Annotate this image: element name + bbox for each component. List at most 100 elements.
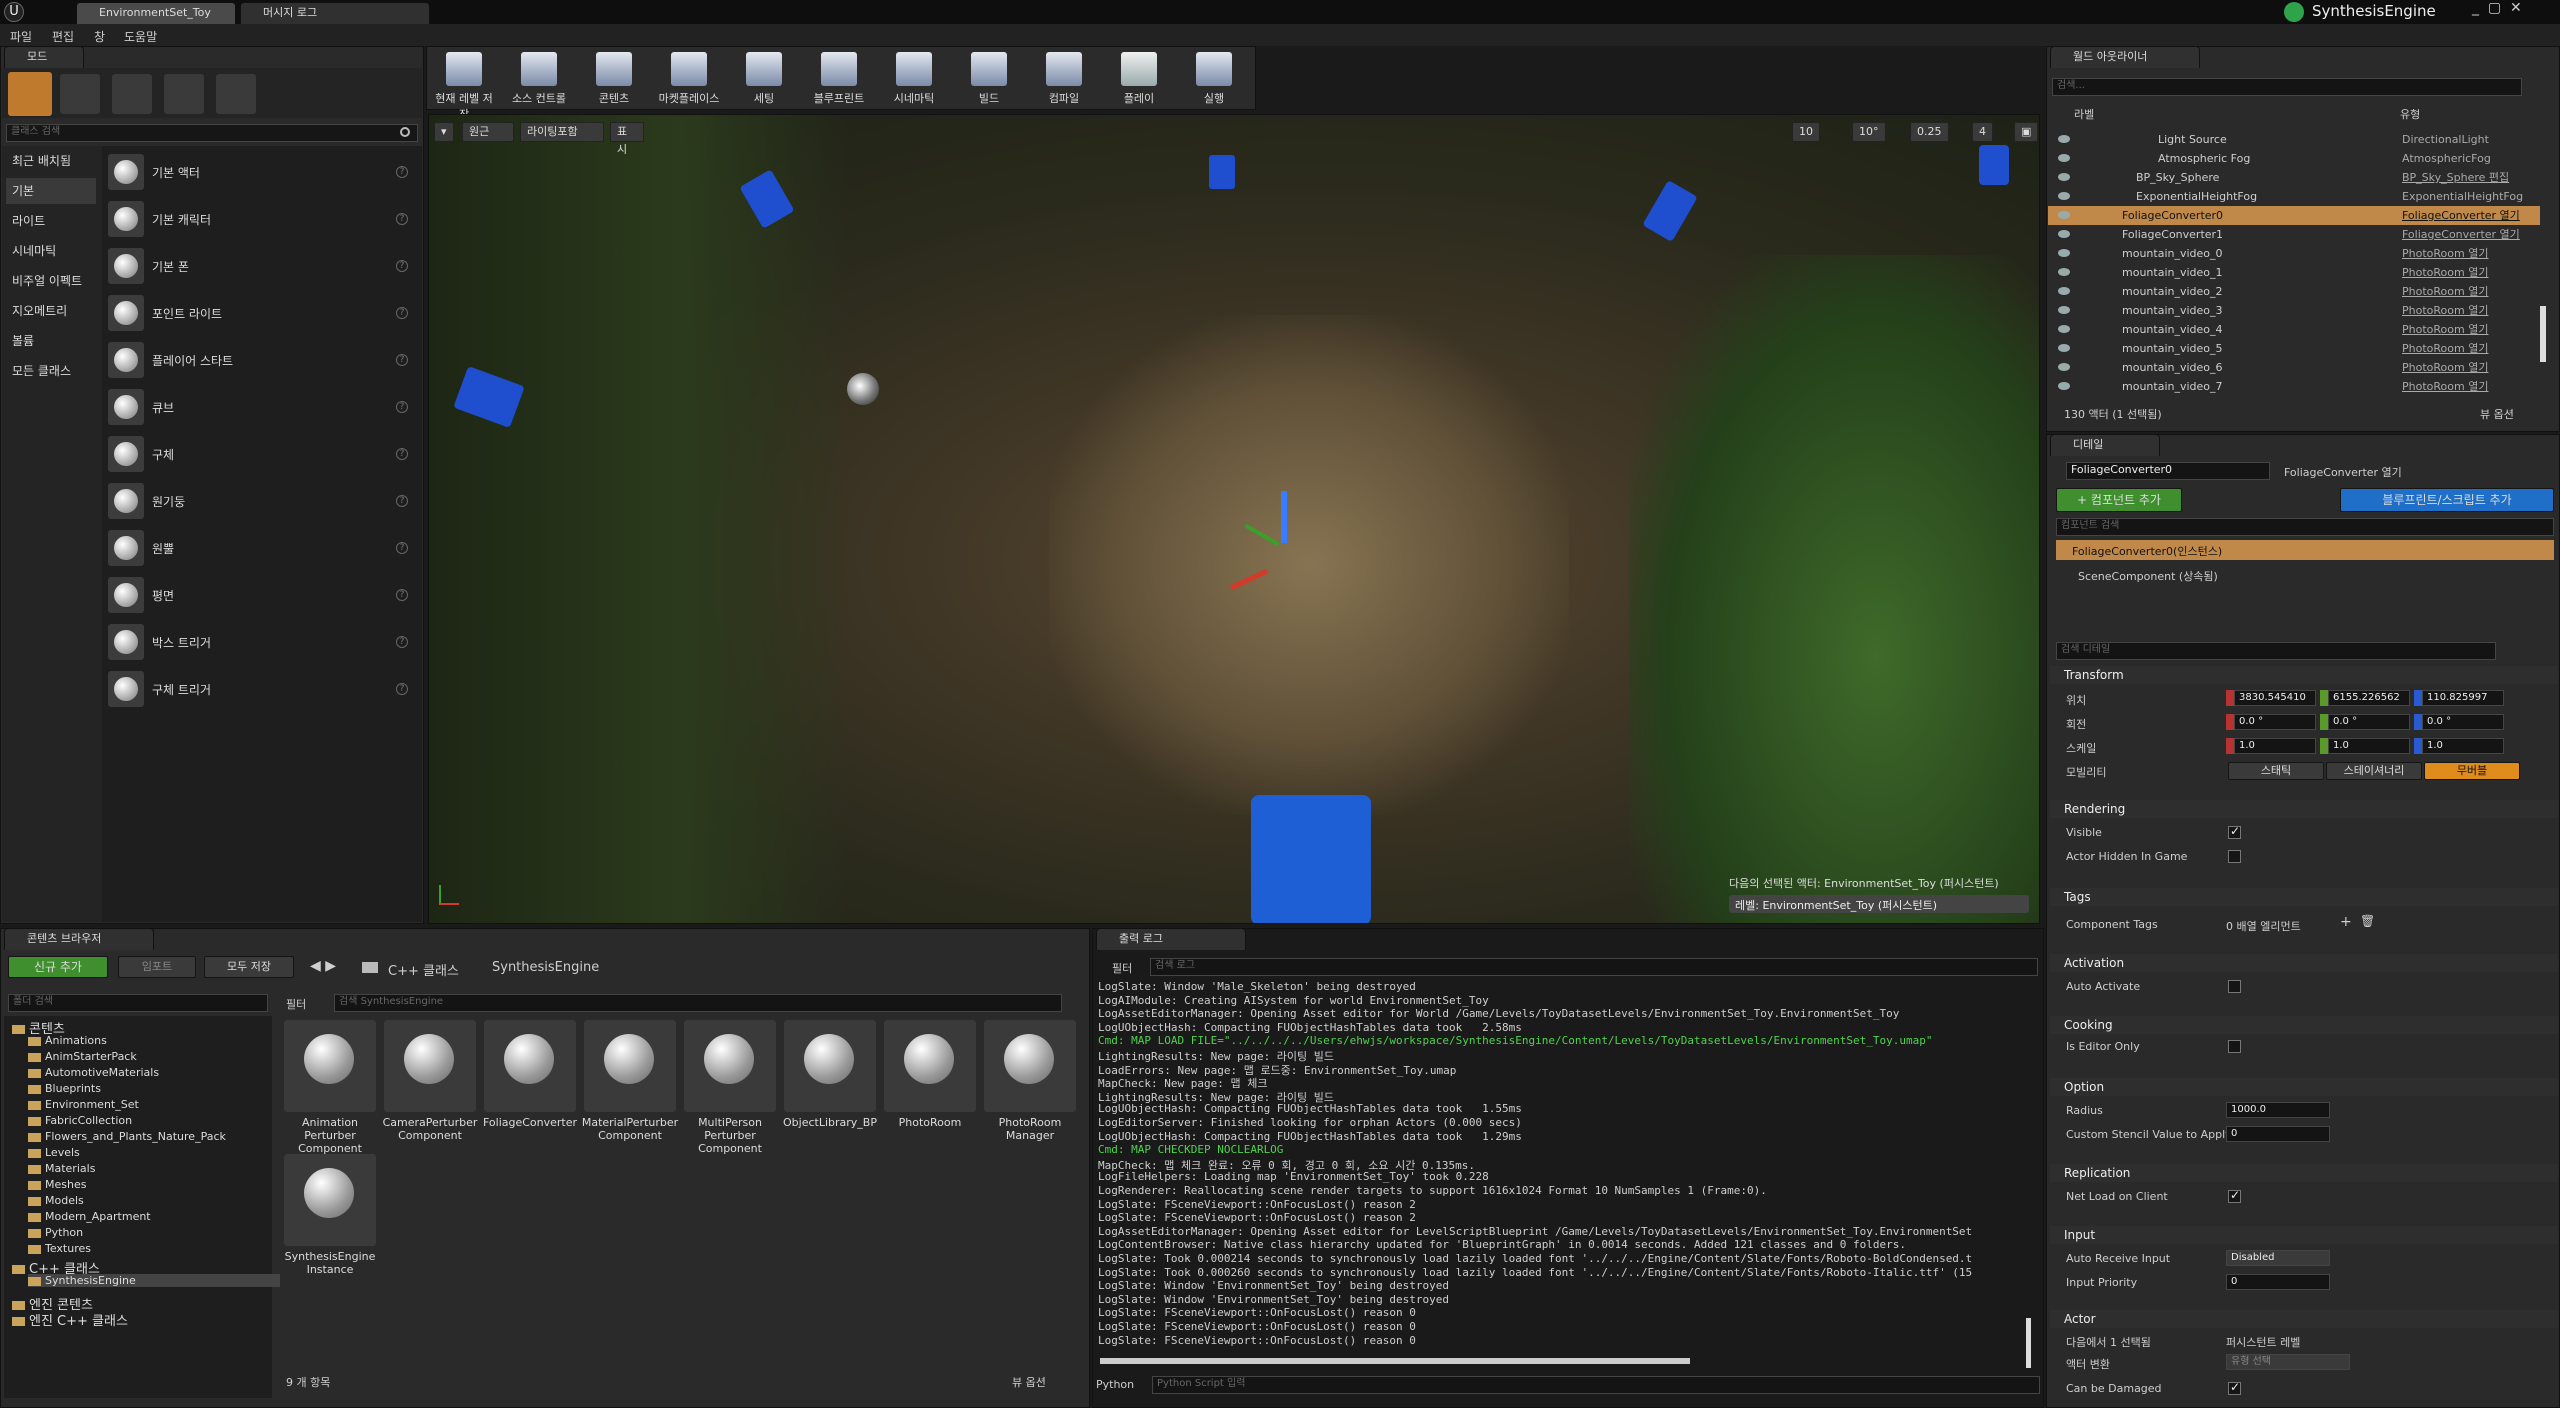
outliner-search-input[interactable]: 검색...: [2052, 78, 2522, 96]
outliner-row-type[interactable]: PhotoRoom 열기: [2402, 301, 2488, 320]
visibility-eye-icon[interactable]: [2058, 325, 2070, 333]
mobility-static[interactable]: 스태틱: [2228, 762, 2324, 780]
section-input[interactable]: Input: [2050, 1226, 2558, 1244]
transform-gizmo[interactable]: [1281, 491, 1287, 543]
visibility-eye-icon[interactable]: [2058, 306, 2070, 314]
transform-loc-field[interactable]: 110.825997: [2422, 690, 2504, 706]
mode-category[interactable]: 볼륨: [6, 328, 96, 354]
toolbar-button[interactable]: 세팅: [732, 48, 796, 108]
scene-component[interactable]: SceneComponent (상속됨): [2078, 568, 2218, 584]
content-view-options[interactable]: 뷰 옵션: [1012, 1374, 1046, 1390]
mode-category[interactable]: 최근 배치됨: [6, 148, 96, 174]
outliner-row[interactable]: Light Source DirectionalLight: [2048, 130, 2540, 149]
viewport[interactable]: 다음의 선택된 액터: EnvironmentSet_Toy (퍼시스턴트) 레…: [428, 114, 2040, 924]
log-search-input[interactable]: 검색 로그: [1150, 958, 2038, 976]
mode-item-label[interactable]: 기본 액터: [152, 164, 200, 181]
outliner-row[interactable]: mountain_video_5 PhotoRoom 열기: [2048, 339, 2540, 358]
mode-landscape-icon[interactable]: [112, 74, 152, 114]
folder-tree-item[interactable]: FabricCollection: [28, 1114, 132, 1127]
mode-item-label[interactable]: 원뿔: [152, 540, 174, 557]
convert-actor-dropdown[interactable]: 유형 선택: [2226, 1354, 2350, 1370]
mode-paint-icon[interactable]: [60, 74, 100, 114]
back-icon[interactable]: ◀ ▶: [310, 958, 336, 974]
open-blueprint-link[interactable]: FoliageConverter 열기: [2284, 464, 2402, 480]
menu-help[interactable]: 도움말: [124, 28, 157, 45]
input-priority-field[interactable]: 0: [2226, 1274, 2330, 1290]
folder-tree-item[interactable]: 엔진 C++ 클래스: [12, 1310, 128, 1329]
show-button[interactable]: 표시: [610, 122, 644, 156]
folder-tree-item[interactable]: Levels: [28, 1146, 80, 1159]
editor-only-checkbox[interactable]: [2228, 1040, 2241, 1053]
mode-category[interactable]: 비주얼 이펙트: [6, 268, 96, 294]
section-activation[interactable]: Activation: [2050, 954, 2558, 972]
auto-receive-dropdown[interactable]: Disabled: [2226, 1250, 2330, 1266]
tab-details[interactable]: 디테일: [2050, 434, 2160, 456]
actor-name-field[interactable]: FoliageConverter0: [2066, 462, 2270, 480]
outliner-row-type[interactable]: PhotoRoom 열기: [2402, 339, 2488, 358]
folder-tree-item[interactable]: Meshes: [28, 1178, 86, 1191]
folder-tree-item[interactable]: AutomotiveMaterials: [28, 1066, 159, 1079]
save-all-button[interactable]: 모두 저장: [204, 956, 294, 978]
toolbar-button[interactable]: 컴파일: [1032, 48, 1096, 108]
shape-thumbnail-icon[interactable]: [108, 530, 144, 566]
add-element-icon[interactable]: +: [2340, 914, 2352, 930]
help-icon[interactable]: ?: [396, 589, 408, 601]
window-controls[interactable]: _ ▢ ✕: [2472, 0, 2522, 16]
shape-thumbnail-icon[interactable]: [108, 671, 144, 707]
outliner-row-type[interactable]: PhotoRoom 열기: [2402, 358, 2488, 377]
tab-message-log[interactable]: 머시지 로그: [240, 2, 430, 24]
mode-item-label[interactable]: 원기둥: [152, 493, 185, 510]
mode-item-label[interactable]: 구체: [152, 446, 174, 463]
outliner-scrollbar[interactable]: [2540, 306, 2546, 362]
outliner-view-options[interactable]: 뷰 옵션: [2480, 406, 2514, 422]
visible-checkbox[interactable]: [2228, 824, 2241, 839]
tab-modes[interactable]: 모드: [4, 46, 84, 68]
mode-item-label[interactable]: 플레이어 스타트: [152, 352, 233, 369]
camera-actor-4[interactable]: [1642, 179, 1698, 243]
help-icon[interactable]: ?: [396, 542, 408, 554]
section-transform[interactable]: Transform: [2050, 666, 2558, 684]
rotation-snap-button[interactable]: 10°: [1852, 122, 1886, 142]
section-rendering[interactable]: Rendering: [2050, 800, 2558, 818]
help-icon[interactable]: ?: [396, 166, 408, 178]
transform-scale-field[interactable]: 1.0: [2328, 738, 2410, 754]
add-blueprint-button[interactable]: 블루프린트/스크립트 추가: [2340, 488, 2554, 512]
mobility-stationary[interactable]: 스테이셔너리: [2326, 762, 2422, 780]
add-component-button[interactable]: + 컴포넌트 추가: [2056, 488, 2182, 512]
mode-category[interactable]: 시네마틱: [6, 238, 96, 264]
visibility-eye-icon[interactable]: [2058, 230, 2070, 238]
log-hscroll[interactable]: [1100, 1358, 1690, 1364]
outliner-row[interactable]: FoliageConverter0 FoliageConverter 열기: [2048, 206, 2540, 225]
transform-scale-field[interactable]: 1.0: [2422, 738, 2504, 754]
folder-tree-item[interactable]: Blueprints: [28, 1082, 101, 1095]
col-label-header[interactable]: 라벨: [2074, 106, 2094, 122]
outliner-row[interactable]: FoliageConverter1 FoliageConverter 열기: [2048, 225, 2540, 244]
visibility-eye-icon[interactable]: [2058, 363, 2070, 371]
menu-file[interactable]: 파일: [10, 28, 32, 45]
mode-item-label[interactable]: 포인트 라이트: [152, 305, 222, 322]
help-icon[interactable]: ?: [396, 260, 408, 272]
asset-tile[interactable]: PhotoRoom Manager: [980, 1020, 1080, 1142]
section-tags[interactable]: Tags: [2050, 888, 2558, 906]
stencil-field[interactable]: 0: [2226, 1126, 2330, 1142]
grid-snap-button[interactable]: 10: [1792, 122, 1820, 142]
mobility-movable[interactable]: 무버블: [2424, 762, 2520, 780]
visibility-eye-icon[interactable]: [2058, 287, 2070, 295]
clear-elements-icon[interactable]: 🗑: [2360, 914, 2375, 928]
help-icon[interactable]: ?: [396, 495, 408, 507]
transform-rot-field[interactable]: 0.0 °: [2328, 714, 2410, 730]
rotation-label[interactable]: 회전: [2066, 716, 2086, 732]
net-load-checkbox[interactable]: [2228, 1188, 2241, 1203]
mode-item-label[interactable]: 기본 캐릭터: [152, 211, 211, 228]
viewport-maximize-icon[interactable]: ▣: [2014, 122, 2039, 142]
mode-item-label[interactable]: 평면: [152, 587, 174, 604]
toolbar-button[interactable]: 시네마틱: [882, 48, 946, 108]
shape-thumbnail-icon[interactable]: [108, 624, 144, 660]
detail-search-input[interactable]: 검색 디테일: [2056, 642, 2496, 660]
toolbar-button[interactable]: 콘텐츠: [582, 48, 646, 108]
camera-actor-3[interactable]: [1209, 155, 1235, 189]
shape-thumbnail-icon[interactable]: [108, 577, 144, 613]
lit-button[interactable]: 라이팅포함: [520, 122, 604, 142]
outliner-row-type[interactable]: PhotoRoom 열기: [2402, 244, 2488, 263]
asset-tile[interactable]: Animation Perturber Component: [280, 1020, 380, 1155]
